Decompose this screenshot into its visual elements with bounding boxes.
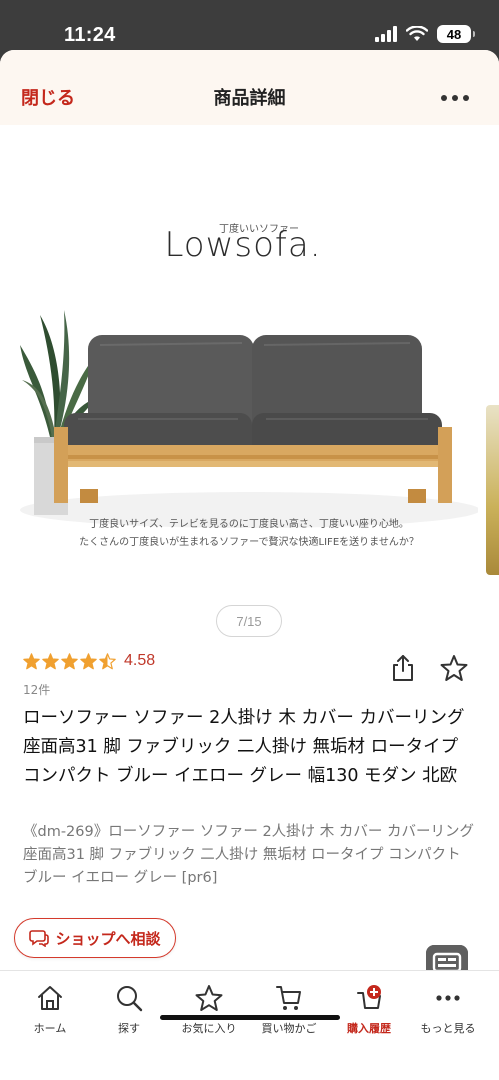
- rating-star-icon: [99, 652, 116, 669]
- rating-star-icon: [42, 652, 59, 669]
- sheet-header: 商品詳細 閉じる: [0, 50, 499, 125]
- battery-indicator: 48: [437, 25, 475, 43]
- consult-button-label: ショップへ相談: [55, 929, 161, 948]
- status-bar: 11:24 48: [0, 0, 499, 50]
- battery-level: 48: [446, 26, 462, 42]
- nav-label: お気に入り: [181, 1022, 237, 1035]
- more-dot-icon: [441, 95, 447, 101]
- product-subtitle: 《dm-269》ローソファー ソファー 2人掛け 木 カバー カバーリング 座面…: [23, 824, 475, 886]
- signal-icon: [375, 26, 397, 42]
- image-gallery[interactable]: 丁度いいソファー Lowsofa. 丁度良いサイズ、テレビを見るのに丁度良い高さ…: [0, 125, 499, 645]
- home-icon: [38, 986, 62, 1010]
- nav-item-favorites[interactable]: お気に入り: [169, 983, 249, 1036]
- more-options-button[interactable]: [441, 95, 469, 101]
- purchase-history-icon: [357, 985, 381, 1009]
- bottom-navigation: ホーム 探す お気に入り 買い物かご 購入履歴 もっと見る: [0, 970, 499, 1080]
- home-indicator: [160, 1015, 340, 1020]
- gallery-description-line: 丁度良いサイズ、テレビを見るのに丁度良い高さ、丁度いい座り心地。: [89, 519, 409, 530]
- favorite-star-icon[interactable]: [440, 654, 468, 682]
- nav-label: 買い物かご: [261, 1022, 317, 1035]
- nav-item-home[interactable]: ホーム: [10, 983, 90, 1036]
- sofa-illustration: [20, 310, 478, 528]
- product-title: ローソファー ソファー 2人掛け 木 カバー カバーリング 座面高31 脚 ファ…: [23, 708, 465, 786]
- rating-stars: [23, 652, 118, 670]
- product-detail-sheet: 商品詳細 閉じる 丁度いいソファー Lowsofa. 丁度良いサイズ、テレビを見…: [0, 50, 499, 1080]
- status-icons: 48: [375, 25, 475, 43]
- more-icon: [436, 995, 460, 1001]
- consult-shop-button[interactable]: ショップへ相談: [14, 918, 176, 958]
- more-dot-icon: [452, 95, 458, 101]
- nav-label: 購入履歴: [347, 1022, 391, 1035]
- more-dot-icon: [463, 95, 469, 101]
- product-image[interactable]: 丁度いいソファー Lowsofa. 丁度良いサイズ、テレビを見るのに丁度良い高さ…: [20, 125, 478, 635]
- star-icon: [195, 985, 223, 1011]
- rating-star-icon: [80, 652, 97, 669]
- nav-label: もっと見る: [420, 1022, 476, 1035]
- nav-item-purchase-history[interactable]: 購入履歴: [329, 983, 409, 1036]
- nav-label: 探す: [118, 1022, 140, 1035]
- cart-icon: [276, 986, 301, 1010]
- status-time: 11:24: [64, 24, 116, 46]
- nav-item-cart[interactable]: 買い物かご: [249, 983, 329, 1036]
- image-counter: 7/15: [216, 605, 282, 637]
- search-icon: [117, 986, 143, 1012]
- chat-bubble-icon: [29, 930, 50, 947]
- gallery-description-line: たくさんの丁度良いが生まれるソファーで贅沢な快適LIFEを送りませんか？: [79, 537, 419, 548]
- nav-item-more[interactable]: もっと見る: [408, 983, 488, 1036]
- rating-value: 4.58: [124, 652, 156, 669]
- share-icon[interactable]: [390, 654, 416, 682]
- nav-item-search[interactable]: 探す: [89, 983, 169, 1036]
- rating-row[interactable]: 4.58: [23, 652, 155, 670]
- nav-label: ホーム: [33, 1022, 67, 1035]
- rating-star-icon: [61, 652, 78, 669]
- review-count[interactable]: 12件: [23, 681, 50, 698]
- close-button[interactable]: 閉じる: [21, 84, 75, 110]
- rating-star-icon: [23, 652, 40, 669]
- wifi-icon: [406, 26, 428, 41]
- next-image-peek[interactable]: [486, 405, 499, 575]
